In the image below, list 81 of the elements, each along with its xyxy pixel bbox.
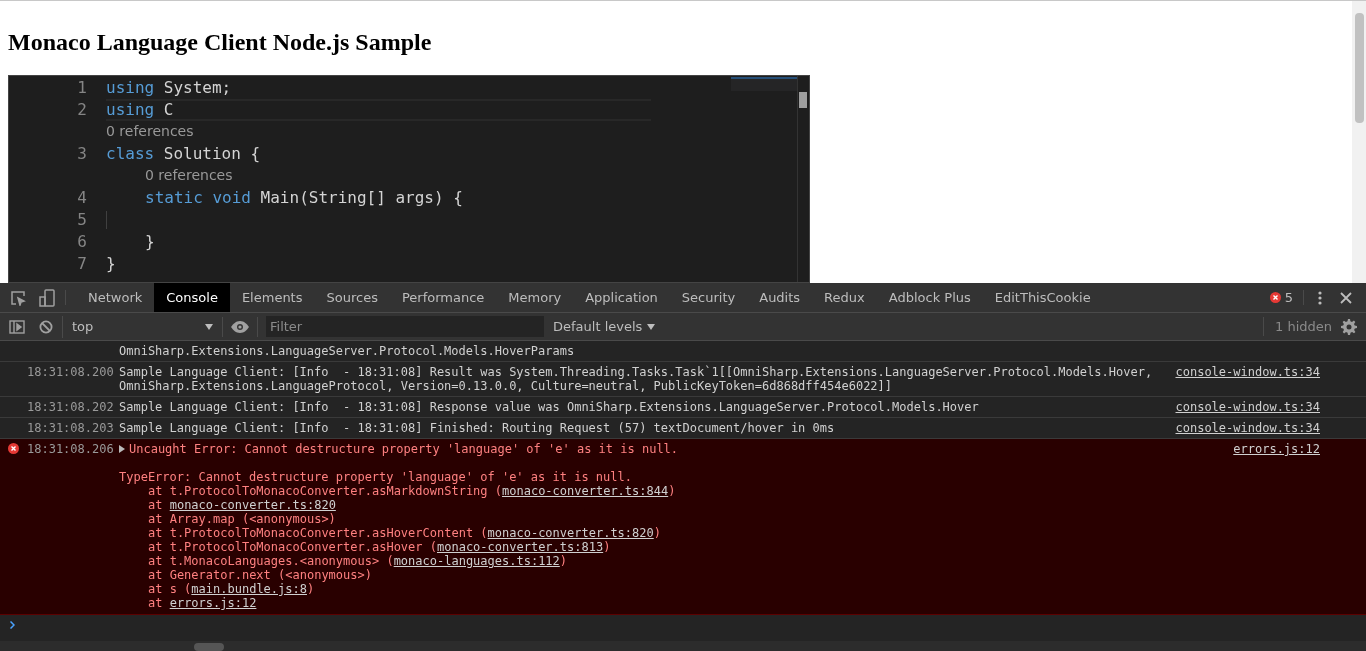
stack-frame: at t.MonacoLanguages.<anonymous> (monaco-languages.ts:112): [119, 554, 1366, 568]
source-link[interactable]: console-window.ts:34: [1175, 421, 1320, 435]
stack-frame: at t.ProtocolToMonacoConverter.asMarkdownString (monaco-converter.ts:844): [119, 484, 1366, 498]
devtools-tab[interactable]: Network: [76, 283, 155, 312]
codelens-link[interactable]: 0 references: [145, 167, 233, 183]
line-number: 4: [76, 187, 87, 209]
source-link[interactable]: console-window.ts:34: [1175, 400, 1320, 414]
timestamp: 18:31:08.203: [27, 421, 114, 435]
source-link[interactable]: errors.js:12: [1233, 442, 1320, 456]
devtools-tab[interactable]: Elements: [229, 283, 315, 312]
log-message: Sample Language Client: [Info - 18:31:08] Result was System.Threading.Tasks.Task`1[[OmniSharp.Extensions.LanguageServer.Protocol.Models.Hover,: [119, 365, 1154, 379]
line-number: 2: [76, 99, 87, 121]
line-number: 5: [76, 209, 87, 231]
log-message: OmniSharp.Extensions.LanguageServer.Protocol.Models.HoverParams: [119, 344, 576, 358]
clear-icon[interactable]: [39, 319, 53, 334]
devtools-tab[interactable]: Audits: [747, 283, 813, 312]
stack-frame: at monaco-converter.ts:820: [119, 498, 1366, 512]
codelens-link[interactable]: 0 references: [106, 123, 194, 139]
stack-frame: at Generator.next (<anonymous>): [119, 568, 1366, 582]
error-count[interactable]: 5: [1284, 287, 1293, 308]
device-icon[interactable]: [39, 288, 55, 307]
filter-field[interactable]: Filter: [266, 316, 544, 337]
devtools-tab[interactable]: Sources: [314, 283, 390, 312]
code-line: using C: [106, 99, 174, 121]
more-icon[interactable]: [1318, 290, 1322, 305]
caret-icon: [205, 323, 213, 330]
line-number: 3: [76, 143, 87, 165]
stack-link[interactable]: errors.js:12: [169, 596, 257, 610]
settings-icon[interactable]: [1341, 318, 1357, 335]
devtools-tab[interactable]: EditThisCookie: [982, 283, 1103, 312]
timestamp: 18:31:08.202: [27, 400, 114, 414]
devtools-tab[interactable]: Security: [669, 283, 748, 312]
stack-link[interactable]: monaco-converter.ts:844: [502, 484, 669, 498]
code-line: }: [106, 253, 116, 275]
devtools-tab[interactable]: Application: [573, 283, 670, 312]
error-icon: [8, 443, 19, 454]
horizontal-scroll-thumb[interactable]: [194, 643, 224, 651]
stack-link[interactable]: monaco-converter.ts:820: [169, 498, 336, 512]
devtools-tab[interactable]: Adblock Plus: [876, 283, 983, 312]
scroll-thumb[interactable]: [799, 92, 807, 108]
line-number: 7: [76, 253, 87, 275]
expand-triangle-icon[interactable]: [119, 445, 125, 453]
code-line: }: [145, 231, 155, 253]
code-line: using System;: [106, 77, 232, 99]
close-icon[interactable]: [1340, 291, 1352, 304]
stack-link[interactable]: monaco-languages.ts:112: [393, 554, 560, 568]
page-scrollbar[interactable]: [1354, 13, 1364, 123]
stack-link[interactable]: monaco-converter.ts:813: [437, 540, 604, 554]
devtools-tab[interactable]: Performance: [389, 283, 497, 312]
inspect-icon[interactable]: [10, 289, 26, 306]
devtools-tab[interactable]: Console: [154, 283, 230, 312]
timestamp: 18:31:08.206: [27, 442, 114, 456]
source-link[interactable]: console-window.ts:34: [1175, 365, 1320, 379]
error-icon: [1269, 292, 1281, 303]
error-detail: TypeError: Cannot destructure property 'language' of 'e' as it is null.: [119, 470, 633, 484]
stack-frame: at t.ProtocolToMonacoConverter.asHover (monaco-converter.ts:813): [119, 540, 1366, 554]
log-message: Sample Language Client: [Info - 18:31:08] Finished: Routing Request (57) textDocument/hover in 0ms: [119, 421, 836, 435]
stack-link[interactable]: main.bundle.js:8: [191, 582, 307, 596]
log-message: Uncaught Error: Cannot destructure property 'language' of 'e' as it is null.: [129, 442, 680, 456]
levels-dropdown[interactable]: Default levels: [553, 316, 656, 337]
stack-frame: at Array.map (<anonymous>): [119, 512, 1366, 526]
code-line: class Solution {: [106, 143, 261, 165]
timestamp: 18:31:08.200: [27, 365, 114, 379]
line-number: 6: [76, 231, 87, 253]
devtools-tab[interactable]: Memory: [496, 283, 574, 312]
prompt-icon[interactable]: [10, 621, 15, 629]
code-line: static void Main(String[] args) {: [145, 187, 463, 209]
sidebar-toggle-icon[interactable]: [9, 319, 25, 334]
devtools-tab[interactable]: Redux: [812, 283, 877, 312]
stack-frame: at errors.js:12: [119, 596, 1366, 610]
log-message: Sample Language Client: [Info - 18:31:08] Response value was OmniSharp.Extensions.LanguageServer.Protocol.Models.Hover: [119, 400, 980, 414]
hidden-count: 1 hidden: [1263, 316, 1332, 337]
stack-link[interactable]: monaco-converter.ts:820: [487, 526, 654, 540]
stack-frame: at t.ProtocolToMonacoConverter.asHoverContent (monaco-converter.ts:820): [119, 526, 1366, 540]
eye-icon[interactable]: [231, 320, 249, 333]
line-number: 1: [76, 77, 87, 99]
stack-frame: at s (main.bundle.js:8): [119, 582, 1366, 596]
context-select[interactable]: top: [62, 315, 222, 338]
caret-icon: [647, 323, 656, 330]
log-message: OmniSharp.Extensions.LanguageProtocol, Version=0.13.0.0, Culture=neutral, PublicKeyToken=6d868dff454e6022]]: [119, 379, 894, 393]
page-title: Monaco Language Client Node.js Sample: [8, 28, 433, 56]
